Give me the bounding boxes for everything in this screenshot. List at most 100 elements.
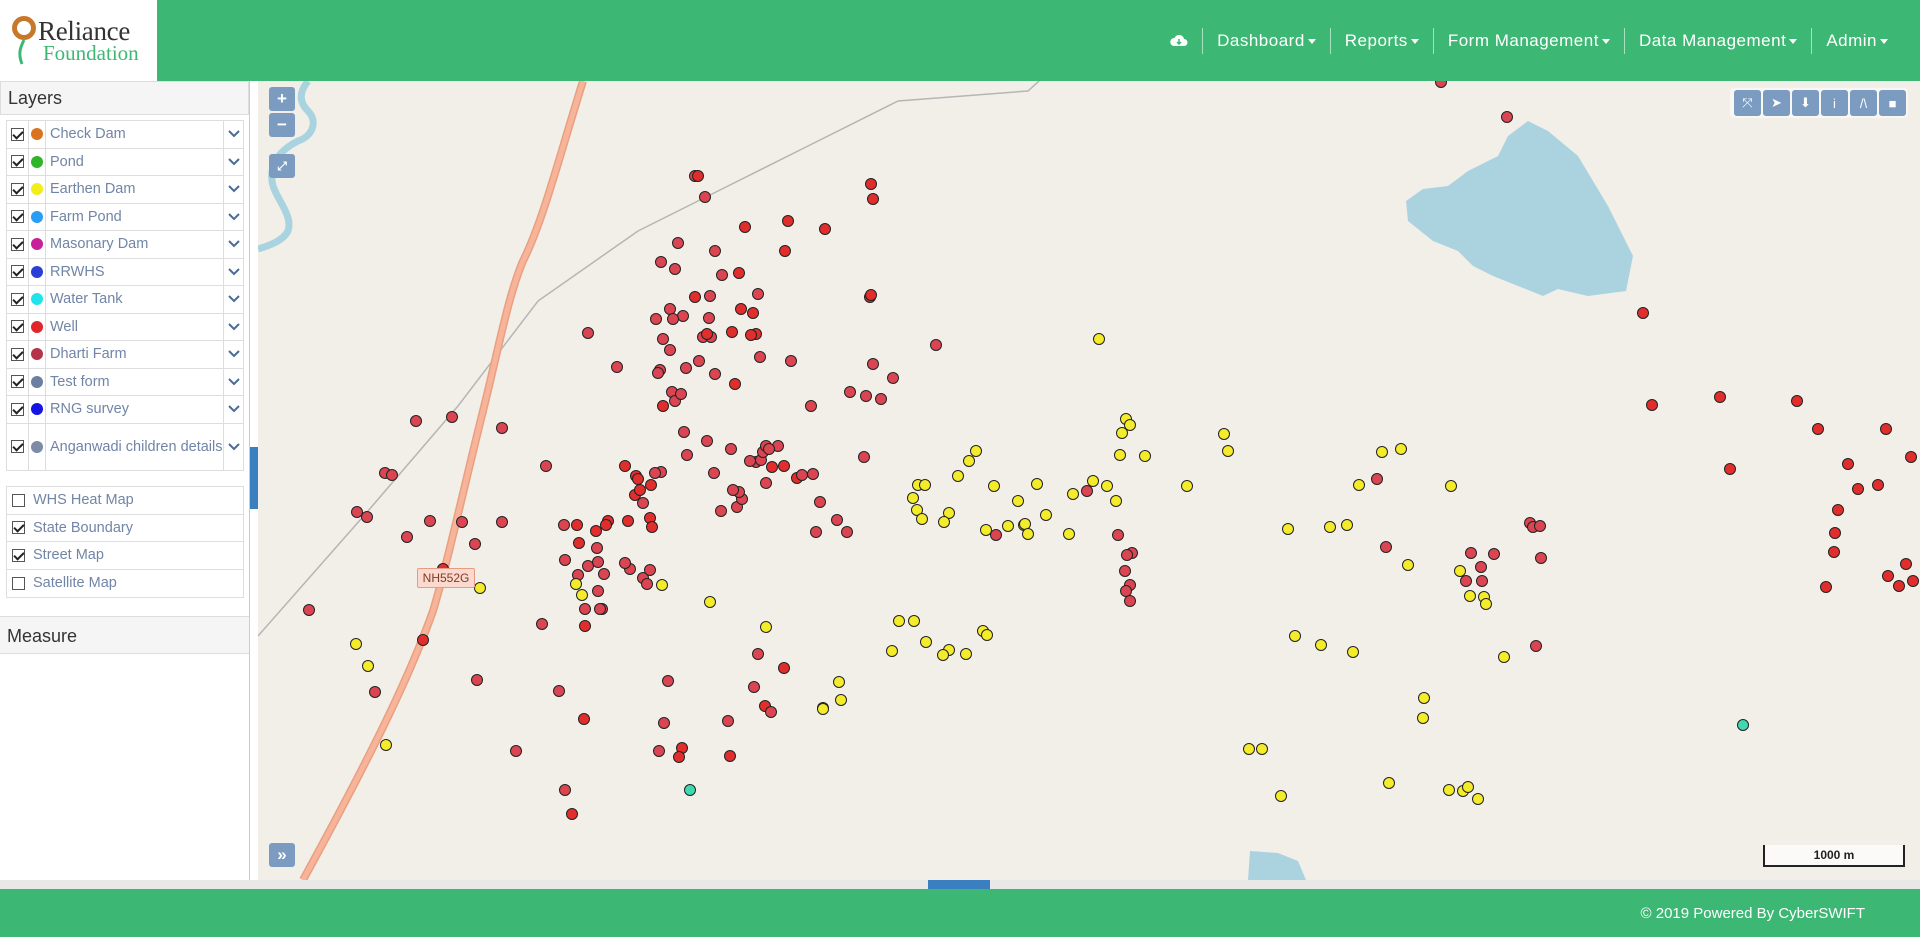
- map-marker[interactable]: [1852, 483, 1864, 495]
- map-marker[interactable]: [988, 480, 1000, 492]
- map-marker[interactable]: [658, 717, 670, 729]
- map-marker[interactable]: [875, 393, 887, 405]
- map-marker[interactable]: [744, 455, 756, 467]
- layer-checkbox[interactable]: [7, 368, 29, 395]
- map-marker[interactable]: [752, 648, 764, 660]
- map-marker[interactable]: [699, 191, 711, 203]
- layer-checkbox[interactable]: [7, 341, 29, 368]
- map-marker[interactable]: [582, 327, 594, 339]
- nav-reports[interactable]: Reports: [1331, 28, 1434, 54]
- map-marker[interactable]: [1893, 580, 1905, 592]
- map-marker[interactable]: [644, 564, 656, 576]
- map-marker[interactable]: [649, 467, 661, 479]
- map-marker[interactable]: [657, 400, 669, 412]
- map-marker[interactable]: [1112, 529, 1124, 541]
- map-marker[interactable]: [401, 531, 413, 543]
- map-marker[interactable]: [592, 556, 604, 568]
- map-marker[interactable]: [496, 422, 508, 434]
- map-marker[interactable]: [835, 694, 847, 706]
- map-marker[interactable]: [960, 648, 972, 660]
- map-marker[interactable]: [1418, 692, 1430, 704]
- chevron-down-icon[interactable]: [223, 258, 243, 285]
- map-marker[interactable]: [681, 449, 693, 461]
- map-marker[interactable]: [590, 525, 602, 537]
- select-pointer-icon[interactable]: ➤: [1763, 90, 1790, 116]
- line-draw-icon[interactable]: /\: [1850, 90, 1877, 116]
- map-marker[interactable]: [1019, 518, 1031, 530]
- map-marker[interactable]: [980, 524, 992, 536]
- map-marker[interactable]: [471, 674, 483, 686]
- map-marker[interactable]: [708, 467, 720, 479]
- map-marker[interactable]: [766, 461, 778, 473]
- map-marker[interactable]: [1646, 399, 1658, 411]
- map-marker[interactable]: [1828, 546, 1840, 558]
- expand-panel-button[interactable]: »: [269, 843, 295, 867]
- map-marker[interactable]: [819, 223, 831, 235]
- map-marker[interactable]: [1530, 640, 1542, 652]
- map-marker[interactable]: [664, 344, 676, 356]
- map-marker[interactable]: [1380, 541, 1392, 553]
- map-marker[interactable]: [920, 636, 932, 648]
- map-marker[interactable]: [735, 303, 747, 315]
- map-marker[interactable]: [622, 515, 634, 527]
- map-marker[interactable]: [600, 519, 612, 531]
- zoom-out-button[interactable]: −: [269, 113, 295, 137]
- map-marker[interactable]: [841, 526, 853, 538]
- base-layer-checkbox[interactable]: [7, 570, 29, 598]
- layer-checkbox[interactable]: [7, 423, 29, 470]
- map-marker[interactable]: [1832, 504, 1844, 516]
- map-marker[interactable]: [1714, 391, 1726, 403]
- map-marker[interactable]: [664, 303, 676, 315]
- map-marker[interactable]: [1465, 547, 1477, 559]
- map-marker[interactable]: [886, 645, 898, 657]
- map-marker[interactable]: [807, 468, 819, 480]
- map-marker[interactable]: [1842, 458, 1854, 470]
- map-marker[interactable]: [680, 362, 692, 374]
- map-marker[interactable]: [1464, 590, 1476, 602]
- map-marker[interactable]: [709, 368, 721, 380]
- polygon-draw-icon[interactable]: ■: [1879, 90, 1906, 116]
- map-marker[interactable]: [611, 361, 623, 373]
- map-marker[interactable]: [510, 745, 522, 757]
- base-layer-checkbox[interactable]: [7, 542, 29, 569]
- map-marker[interactable]: [1121, 549, 1133, 561]
- map-marker[interactable]: [831, 514, 843, 526]
- map-marker[interactable]: [351, 506, 363, 518]
- map-marker[interactable]: [760, 621, 772, 633]
- map-marker[interactable]: [715, 505, 727, 517]
- map-marker[interactable]: [571, 519, 583, 531]
- map-marker[interactable]: [785, 355, 797, 367]
- sidebar-resize-handle[interactable]: [250, 447, 258, 509]
- map-marker[interactable]: [754, 351, 766, 363]
- zoom-in-button[interactable]: +: [269, 87, 295, 111]
- map-marker[interactable]: [1395, 443, 1407, 455]
- map-marker[interactable]: [887, 372, 899, 384]
- map-marker[interactable]: [566, 808, 578, 820]
- layer-checkbox[interactable]: [7, 231, 29, 258]
- map-marker[interactable]: [765, 706, 777, 718]
- layer-checkbox[interactable]: [7, 258, 29, 285]
- map-marker[interactable]: [692, 170, 704, 182]
- map-marker[interactable]: [703, 312, 715, 324]
- chevron-down-icon[interactable]: [223, 121, 243, 148]
- map-view[interactable]: + − ⤢ » ⤧ ➤ ⬇ i /\ ■ NH552G 1000 m: [258, 81, 1920, 880]
- map-marker[interactable]: [559, 554, 571, 566]
- map-marker[interactable]: [796, 469, 808, 481]
- layer-item[interactable]: Masonary Dam: [7, 231, 243, 259]
- layer-checkbox[interactable]: [7, 121, 29, 148]
- map-marker[interactable]: [1462, 781, 1474, 793]
- chevron-down-icon[interactable]: [223, 313, 243, 340]
- base-layer-item[interactable]: Street Map: [7, 542, 243, 570]
- map-marker[interactable]: [1498, 651, 1510, 663]
- map-marker[interactable]: [778, 662, 790, 674]
- chevron-down-icon[interactable]: [223, 148, 243, 175]
- map-marker[interactable]: [656, 579, 668, 591]
- map-marker[interactable]: [1376, 446, 1388, 458]
- chevron-down-icon[interactable]: [223, 286, 243, 313]
- map-marker[interactable]: [981, 629, 993, 641]
- map-marker[interactable]: [1791, 395, 1803, 407]
- map-marker[interactable]: [592, 585, 604, 597]
- map-marker[interactable]: [540, 460, 552, 472]
- map-marker[interactable]: [1872, 479, 1884, 491]
- map-marker[interactable]: [558, 519, 570, 531]
